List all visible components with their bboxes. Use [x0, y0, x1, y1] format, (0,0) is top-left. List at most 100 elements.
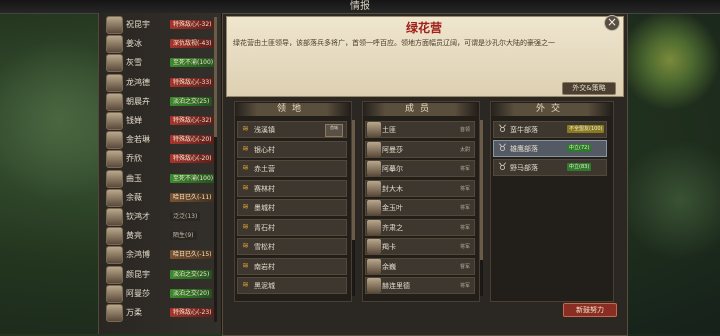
relation-tag: 中立(72) [567, 144, 592, 152]
member-row[interactable]: 土匪 首领 [365, 121, 475, 138]
diplomacy-row[interactable]: ♉ 野马部落 中立(83) [493, 159, 607, 176]
territory-row[interactable]: ≋ 赤土营 [237, 160, 347, 177]
character-name: 余鸿博 [126, 250, 150, 260]
relation-tag: 至死不渝(100) [170, 58, 217, 68]
avatar [106, 73, 123, 92]
character-row[interactable]: 钦鸿才 泛泛(13) [104, 208, 214, 226]
character-name: 朝晨卉 [126, 96, 150, 106]
window-title: 情报 [350, 1, 370, 12]
member-row[interactable]: 赫连里德 将军 [365, 277, 475, 294]
character-row[interactable]: 曲玉 至死不渝(100) [104, 169, 217, 188]
rank-chevron-icon: ≋ [242, 221, 249, 231]
territory-row[interactable]: ≋ 浅溪镇 首城 [237, 121, 347, 138]
member-name: 赫连里德 [382, 282, 410, 290]
avatar [106, 16, 123, 34]
territory-name: 青石村 [254, 223, 275, 232]
relation-tag: 淡泊之交(25) [170, 269, 213, 279]
relation-tag: 特殊敌心(-23) [170, 308, 215, 317]
rank-chevron-icon: ≋ [242, 260, 249, 270]
members-scrollbar-thumb[interactable] [480, 120, 483, 260]
avatar [106, 169, 123, 188]
territory-row[interactable]: ≋ 墨城村 [237, 199, 347, 216]
character-row[interactable]: 朝晨卉 淡泊之交(25) [104, 92, 214, 111]
character-name: 灰雪 [126, 58, 142, 68]
territory-header: 领地 [234, 103, 350, 116]
left-scrollbar-thumb[interactable] [214, 17, 217, 137]
relation-tag: 淡泊之交(25) [170, 96, 213, 106]
diplomacy-row[interactable]: ♉ 蛮牛部落 不全盟友(100) [493, 121, 607, 138]
member-row[interactable]: 齐肃之 将军 [365, 218, 475, 236]
character-row[interactable]: 颜昆宇 淡泊之交(25) [104, 265, 214, 284]
member-name: 阿曼莎 [382, 145, 403, 154]
character-name: 姜冰 [126, 39, 142, 49]
tribe-emblem-icon: ♉ [498, 143, 507, 154]
territory-row[interactable]: ≋ 南岩村 [237, 257, 347, 275]
character-row[interactable]: 万柔 特殊敌心(-23) [104, 304, 215, 322]
member-role: 将军 [459, 283, 470, 289]
close-icon[interactable]: × [604, 15, 620, 31]
character-name: 余薇 [126, 192, 142, 202]
member-row[interactable]: 金玉叶 将军 [365, 199, 475, 216]
territory-row[interactable]: ≋ 赛林村 [237, 179, 347, 197]
character-name: 阿曼莎 [126, 288, 150, 298]
character-row[interactable]: 余薇 哈日已久(-11) [104, 188, 215, 207]
territory-name: 黑泥城 [254, 282, 275, 290]
character-row[interactable]: 祝昆宇 特殊敌心(-32) [104, 16, 215, 34]
territory-name: 南岩村 [254, 262, 275, 271]
territory-name: 浅溪镇 [254, 126, 275, 134]
member-role: 将军 [459, 185, 470, 192]
avatar [367, 200, 381, 215]
member-row[interactable]: 余巍 督军 [365, 257, 475, 275]
territory-row[interactable]: ≋ 黑泥城 [237, 277, 347, 294]
relation-tag: 特殊敌心(-32) [170, 116, 215, 125]
diplomacy-row[interactable]: ♉ 雄鹰部落 中立(72) [493, 140, 607, 157]
character-name: 黄亮 [126, 231, 142, 241]
character-row[interactable]: 灰雪 至死不渝(100) [104, 54, 217, 73]
rank-chevron-icon: ≋ [242, 241, 249, 250]
tribe-name: 野马部落 [510, 164, 538, 172]
avatar [367, 180, 381, 196]
character-name: 颜昆宇 [126, 269, 150, 279]
character-row[interactable]: 阿曼莎 淡泊之交(20) [104, 284, 214, 303]
character-row[interactable]: 龙鸿德 特殊敌心(-33) [104, 73, 215, 92]
relation-tag: 至死不渝(100) [170, 173, 217, 183]
tribe-emblem-icon: ♉ [498, 162, 507, 173]
member-row[interactable]: 阿摹尔 将军 [365, 160, 475, 177]
avatar [106, 54, 123, 73]
territory-name: 雪松村 [254, 243, 275, 251]
character-name: 曲玉 [126, 173, 142, 183]
avatar [106, 304, 123, 322]
character-row[interactable]: 乔欣 特殊敌心(-20) [104, 150, 215, 169]
tribe-emblem-icon: ♉ [498, 124, 507, 135]
member-role: 将军 [459, 244, 470, 250]
character-name: 金若琳 [126, 135, 150, 145]
territory-row[interactable]: ≋ 雪松村 [237, 238, 347, 255]
tribe-name: 蛮牛部落 [510, 126, 538, 134]
capital-badge: 首城 [325, 124, 343, 137]
member-name: 羯卡 [382, 243, 396, 251]
territory-name: 赛林村 [254, 184, 275, 193]
territory-row[interactable]: ≋ 银心村 [237, 140, 347, 158]
character-row[interactable]: 余鸿博 哈日已久(-15) [104, 246, 215, 265]
character-row[interactable]: 金若琳 特殊敌心(-20) [104, 131, 215, 150]
avatar [106, 131, 123, 150]
territory-row[interactable]: ≋ 青石村 [237, 218, 347, 236]
character-name: 万柔 [126, 308, 142, 317]
character-row[interactable]: 黄亮 陌生(9) [104, 227, 214, 246]
member-row[interactable]: 封大木 将军 [365, 179, 475, 197]
character-row[interactable]: 钱婵 特殊敌心(-32) [104, 112, 215, 130]
diplomacy-strategy-button[interactable]: 外交&策略 [562, 82, 616, 95]
member-name: 余巍 [382, 262, 396, 271]
faction-name: 绿花营 [405, 21, 442, 35]
member-row[interactable]: 阿曼莎 太尉 [365, 140, 475, 158]
territory-scrollbar-thumb[interactable] [352, 120, 355, 240]
relation-tag: 特殊敌心(-20) [170, 154, 215, 164]
member-row[interactable]: 羯卡 将军 [365, 238, 475, 255]
territory-name: 赤土营 [254, 165, 275, 173]
character-row[interactable]: 姜冰 深仇敌视(-43) [104, 35, 215, 54]
character-name: 钦鸿才 [126, 212, 150, 221]
rank-chevron-icon: ≋ [242, 182, 249, 192]
avatar [367, 219, 381, 235]
diplomacy-header: 外交 [490, 103, 612, 116]
effort-button[interactable]: 新鼓努力 [563, 303, 617, 317]
